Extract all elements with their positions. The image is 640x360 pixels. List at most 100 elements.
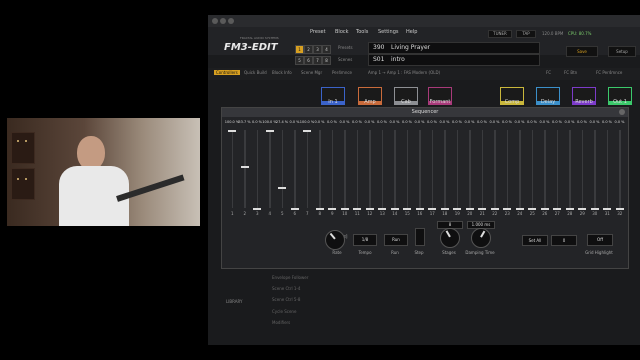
sidebar-item-scene-ctrl-5-8[interactable]: Scene Ctrl 5-8 [272, 297, 300, 302]
step-slider-track[interactable] [306, 130, 308, 208]
step-slider-handle[interactable] [515, 208, 524, 210]
menu-settings[interactable]: Settings [378, 29, 399, 35]
stages-knob[interactable] [440, 228, 460, 248]
step-slider-handle[interactable] [265, 130, 274, 132]
close-icon[interactable] [619, 109, 625, 115]
set-all-value[interactable]: 0 [551, 235, 577, 246]
setup-button[interactable]: Setup [608, 46, 636, 57]
sequencer-step-10[interactable]: 0.0 % 10 [339, 118, 352, 228]
scene-field[interactable]: S01 intro [368, 54, 540, 66]
menu-block[interactable]: Block [335, 29, 349, 35]
sequencer-step-11[interactable]: 0.0 % 11 [351, 118, 364, 228]
sequencer-step-16[interactable]: 0.0 % 16 [414, 118, 427, 228]
damping-knob[interactable] [471, 228, 491, 248]
preset-key-2[interactable]: 2 [304, 45, 313, 54]
set-all-button[interactable]: Set All [522, 235, 548, 246]
step-slider-track[interactable] [406, 130, 408, 208]
step-slider-track[interactable] [431, 130, 433, 208]
sequencer-step-12[interactable]: 0.0 % 12 [364, 118, 377, 228]
sequencer-step-29[interactable]: 0.0 % 29 [576, 118, 589, 228]
step-slider-track[interactable] [356, 130, 358, 208]
sidebar-item-scene-ctrl-1-4[interactable]: Scene Ctrl 1-4 [272, 286, 300, 291]
step-slider-handle[interactable] [590, 208, 599, 210]
step-slider-handle[interactable] [553, 208, 561, 210]
step-slider-handle[interactable] [315, 208, 324, 210]
tab-fc[interactable]: FC [546, 70, 551, 75]
step-slider-handle[interactable] [565, 208, 574, 210]
sequencer-step-23[interactable]: 0.0 % 23 [501, 118, 514, 228]
sequencer-step-31[interactable]: 0.0 % 31 [601, 118, 614, 228]
tab-controllers[interactable]: Controllers [214, 70, 240, 75]
step-slider-handle[interactable] [478, 208, 486, 210]
step-slider-handle[interactable] [503, 208, 511, 210]
tab-fc-performance[interactable]: FC Per4mnce [596, 70, 622, 75]
preset-field[interactable]: 390 Living Prayer [368, 42, 540, 54]
step-slider-track[interactable] [269, 130, 271, 208]
tab-scene-mgr[interactable]: Scene Mgr [301, 70, 322, 75]
save-button[interactable]: Save [566, 46, 598, 57]
step-slider-track[interactable] [294, 130, 296, 208]
sequencer-step-5[interactable]: 27.4 % 5 [276, 118, 289, 228]
sequencer-step-30[interactable]: 0.0 % 30 [589, 118, 602, 228]
sequencer-step-13[interactable]: 0.0 % 13 [376, 118, 389, 228]
step-slider-handle[interactable] [453, 208, 461, 210]
step-slider-track[interactable] [469, 130, 471, 208]
sequencer-step-15[interactable]: 0.0 % 15 [401, 118, 414, 228]
window-minimize-icon[interactable] [220, 18, 226, 24]
step-slider-handle[interactable] [528, 208, 536, 210]
step-slider-track[interactable] [319, 130, 321, 208]
block-reverb[interactable]: Reverb [572, 87, 596, 105]
library-label[interactable]: LIBRARY [226, 299, 242, 304]
preset-key-1[interactable]: 1 [295, 45, 304, 54]
step-slider-track[interactable] [281, 130, 283, 208]
block-compressor[interactable]: Comp [500, 87, 524, 105]
window-close-icon[interactable] [212, 18, 218, 24]
tuner-button[interactable]: TUNER [488, 30, 512, 38]
tab-fc-btn[interactable]: FC Btn [564, 70, 577, 75]
step-slider-track[interactable] [569, 130, 571, 208]
preset-key-8[interactable]: 8 [322, 56, 331, 65]
tap-tempo-button[interactable]: TAP [516, 30, 536, 38]
block-formant[interactable]: Formant [428, 87, 452, 105]
step-slider-handle[interactable] [540, 208, 549, 210]
sequencer-step-28[interactable]: 0.0 % 28 [564, 118, 577, 228]
step-slider-handle[interactable] [378, 208, 386, 210]
menu-help[interactable]: Help [406, 29, 417, 35]
tab-quick-build[interactable]: Quick Build [244, 70, 267, 75]
block-amp[interactable]: Amp [358, 87, 382, 105]
sequencer-step-17[interactable]: 0.0 % 17 [426, 118, 439, 228]
step-slider-handle[interactable] [415, 208, 424, 210]
block-cab[interactable]: Cab [394, 87, 418, 105]
block-delay[interactable]: Delay [536, 87, 560, 105]
window-zoom-icon[interactable] [228, 18, 234, 24]
sequencer-step-22[interactable]: 0.0 % 22 [489, 118, 502, 228]
step-slider-track[interactable] [231, 130, 233, 208]
sidebar-item-cycle-scene[interactable]: Cycle Scene [272, 309, 296, 314]
step-slider-handle[interactable] [465, 208, 474, 210]
step-slider-handle[interactable] [428, 208, 436, 210]
step-slider-handle[interactable] [490, 208, 499, 210]
sequencer-step-7[interactable]: 100.0 % 7 [300, 118, 314, 228]
step-slider-handle[interactable] [290, 208, 299, 210]
sequencer-step-6[interactable]: 0.0 % 6 [289, 118, 302, 228]
window-titlebar[interactable] [208, 15, 640, 27]
tempo-box[interactable]: 1/8 [353, 234, 377, 246]
step-toggle[interactable] [415, 228, 425, 246]
step-slider-track[interactable] [369, 130, 371, 208]
sequencer-step-32[interactable]: 0.0 % 32 [614, 118, 627, 228]
step-slider-track[interactable] [606, 130, 608, 208]
sequencer-step-4[interactable]: 100.0 % 4 [262, 118, 276, 228]
step-slider-track[interactable] [556, 130, 558, 208]
step-slider-track[interactable] [244, 130, 246, 208]
menu-preset[interactable]: Preset [310, 29, 326, 35]
sequencer-step-24[interactable]: 0.0 % 24 [514, 118, 527, 228]
grid-highlight-box[interactable]: Off [587, 234, 613, 246]
block-output-1[interactable]: Out 1 [608, 87, 632, 105]
step-slider-track[interactable] [256, 130, 258, 208]
sequencer-step-18[interactable]: 0.0 % 18 [439, 118, 452, 228]
preset-key-5[interactable]: 5 [295, 56, 304, 65]
step-slider-handle[interactable] [365, 208, 374, 210]
preset-key-7[interactable]: 7 [313, 56, 322, 65]
step-slider-track[interactable] [419, 130, 421, 208]
sequencer-step-26[interactable]: 0.0 % 26 [539, 118, 552, 228]
